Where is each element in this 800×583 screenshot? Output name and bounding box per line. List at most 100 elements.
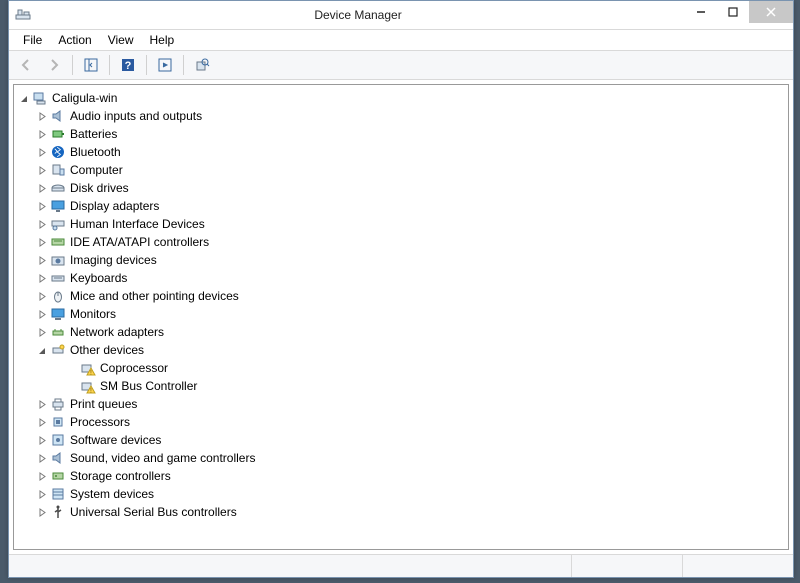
- window-title: Device Manager: [31, 8, 685, 22]
- tree-category[interactable]: Universal Serial Bus controllers: [14, 503, 788, 521]
- tree-item-label: Mice and other pointing devices: [70, 289, 239, 303]
- tree-category[interactable]: Human Interface Devices: [14, 215, 788, 233]
- tree-category[interactable]: Software devices: [14, 431, 788, 449]
- status-cell: [9, 555, 571, 577]
- tree-item-label: Coprocessor: [100, 361, 168, 375]
- expander-icon: [66, 380, 78, 392]
- tree-item-label: Print queues: [70, 397, 137, 411]
- other-icon: [50, 342, 66, 358]
- tree-root-node[interactable]: Caligula-win: [14, 89, 788, 107]
- tree-item-label: Universal Serial Bus controllers: [70, 505, 237, 519]
- tree-category[interactable]: Processors: [14, 413, 788, 431]
- expander-icon[interactable]: [36, 218, 48, 230]
- back-button[interactable]: [13, 52, 39, 78]
- expander-icon[interactable]: [36, 128, 48, 140]
- expander-icon[interactable]: [36, 308, 48, 320]
- expander-icon[interactable]: [36, 272, 48, 284]
- expander-icon[interactable]: [36, 146, 48, 158]
- tree-item-label: Storage controllers: [70, 469, 171, 483]
- titlebar: Device Manager: [9, 1, 793, 30]
- expander-icon[interactable]: [36, 110, 48, 122]
- menubar: File Action View Help: [9, 30, 793, 51]
- tree-item-label: IDE ATA/ATAPI controllers: [70, 235, 209, 249]
- tree-category[interactable]: Batteries: [14, 125, 788, 143]
- tree-item-label: Imaging devices: [70, 253, 157, 267]
- expander-icon[interactable]: [36, 398, 48, 410]
- tree-item-label: Monitors: [70, 307, 116, 321]
- minimize-button[interactable]: [685, 1, 717, 23]
- menu-action[interactable]: Action: [50, 31, 99, 49]
- display-icon: [50, 198, 66, 214]
- usb-icon: [50, 504, 66, 520]
- tree-category[interactable]: Monitors: [14, 305, 788, 323]
- network-icon: [50, 324, 66, 340]
- expander-icon[interactable]: [36, 506, 48, 518]
- svg-text:?: ?: [125, 60, 132, 72]
- tree-device-warning[interactable]: !SM Bus Controller: [14, 377, 788, 395]
- expander-icon[interactable]: [36, 416, 48, 428]
- tree-device-warning[interactable]: !Coprocessor: [14, 359, 788, 377]
- expander-icon[interactable]: [36, 236, 48, 248]
- tree-category[interactable]: System devices: [14, 485, 788, 503]
- tree-category[interactable]: Storage controllers: [14, 467, 788, 485]
- tree-category[interactable]: Sound, video and game controllers: [14, 449, 788, 467]
- tree-item-label: Display adapters: [70, 199, 159, 213]
- tree-category[interactable]: Audio inputs and outputs: [14, 107, 788, 125]
- menu-help[interactable]: Help: [142, 31, 183, 49]
- tree-category[interactable]: IDE ATA/ATAPI controllers: [14, 233, 788, 251]
- expander-icon[interactable]: [36, 488, 48, 500]
- tree-category[interactable]: Print queues: [14, 395, 788, 413]
- expander-icon[interactable]: [36, 182, 48, 194]
- tree-item-label: System devices: [70, 487, 154, 501]
- scan-changes-button[interactable]: [189, 52, 215, 78]
- status-cell: [682, 555, 793, 577]
- forward-button[interactable]: [41, 52, 67, 78]
- speaker-icon: [50, 108, 66, 124]
- tree-category[interactable]: Network adapters: [14, 323, 788, 341]
- tree-category[interactable]: Display adapters: [14, 197, 788, 215]
- expander-icon[interactable]: [36, 164, 48, 176]
- tree-category[interactable]: Keyboards: [14, 269, 788, 287]
- tree-item-label: Other devices: [70, 343, 144, 357]
- software-icon: [50, 432, 66, 448]
- keyboard-icon: [50, 270, 66, 286]
- app-icon: [15, 7, 31, 23]
- expander-icon[interactable]: [36, 344, 48, 356]
- tree-category[interactable]: Other devices: [14, 341, 788, 359]
- show-hide-tree-button[interactable]: [78, 52, 104, 78]
- menu-file[interactable]: File: [15, 31, 50, 49]
- expander-icon[interactable]: [36, 326, 48, 338]
- expander-icon[interactable]: [36, 434, 48, 446]
- tree-category[interactable]: Bluetooth: [14, 143, 788, 161]
- expander-icon[interactable]: [36, 254, 48, 266]
- toolbar: ?: [9, 51, 793, 80]
- tree-category[interactable]: Mice and other pointing devices: [14, 287, 788, 305]
- maximize-button[interactable]: [717, 1, 749, 23]
- expander-icon[interactable]: [36, 452, 48, 464]
- tree-item-label: Sound, video and game controllers: [70, 451, 255, 465]
- pc-icon: [50, 162, 66, 178]
- menu-view[interactable]: View: [100, 31, 142, 49]
- expander-icon[interactable]: [18, 92, 30, 104]
- close-button[interactable]: [749, 1, 793, 23]
- help-button[interactable]: ?: [115, 52, 141, 78]
- tree-item-label: Bluetooth: [70, 145, 121, 159]
- expander-icon[interactable]: [36, 200, 48, 212]
- system-icon: [50, 486, 66, 502]
- tree-item-label: Caligula-win: [52, 91, 117, 105]
- tree-category[interactable]: Computer: [14, 161, 788, 179]
- tree-category[interactable]: Disk drives: [14, 179, 788, 197]
- expander-icon[interactable]: [36, 290, 48, 302]
- tree-category[interactable]: Imaging devices: [14, 251, 788, 269]
- camera-icon: [50, 252, 66, 268]
- cpu-icon: [50, 414, 66, 430]
- scan-hardware-button[interactable]: [152, 52, 178, 78]
- tree-item-label: Keyboards: [70, 271, 127, 285]
- expander-icon[interactable]: [36, 470, 48, 482]
- window-controls: [685, 1, 793, 29]
- computer-icon: [32, 90, 48, 106]
- monitor-icon: [50, 306, 66, 322]
- toolbar-separator: [72, 55, 73, 75]
- device-tree-pane[interactable]: Caligula-win Audio inputs and outputsBatt…: [13, 84, 789, 550]
- toolbar-separator: [146, 55, 147, 75]
